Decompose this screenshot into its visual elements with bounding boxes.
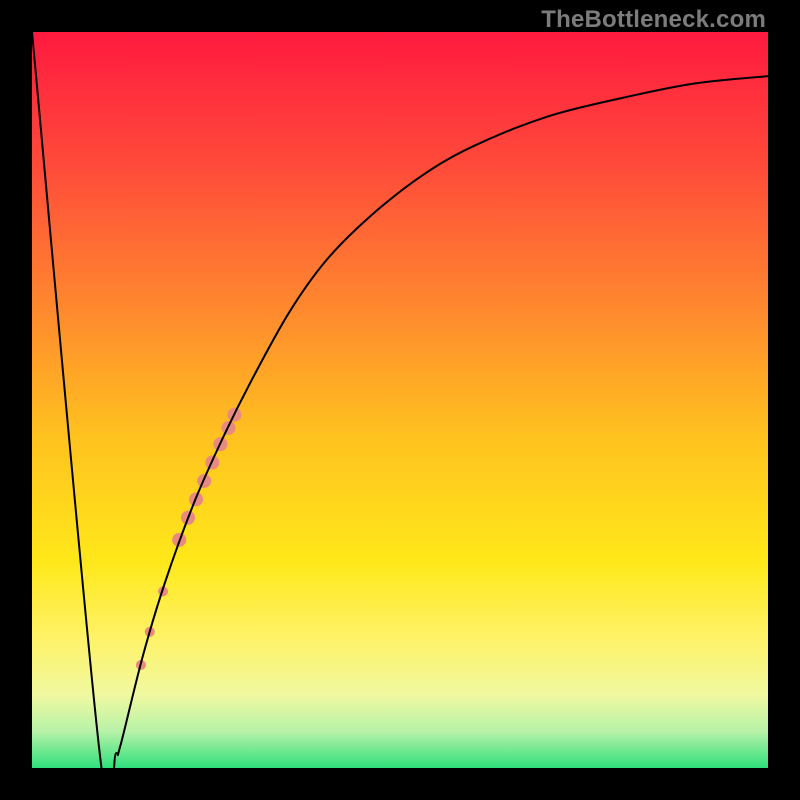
watermark-text: TheBottleneck.com bbox=[541, 6, 766, 34]
plot-area bbox=[32, 32, 768, 768]
curve-layer bbox=[32, 32, 768, 768]
chart-frame: TheBottleneck.com bbox=[0, 0, 800, 800]
main-curve bbox=[32, 32, 768, 768]
highlight-dots bbox=[136, 408, 241, 670]
